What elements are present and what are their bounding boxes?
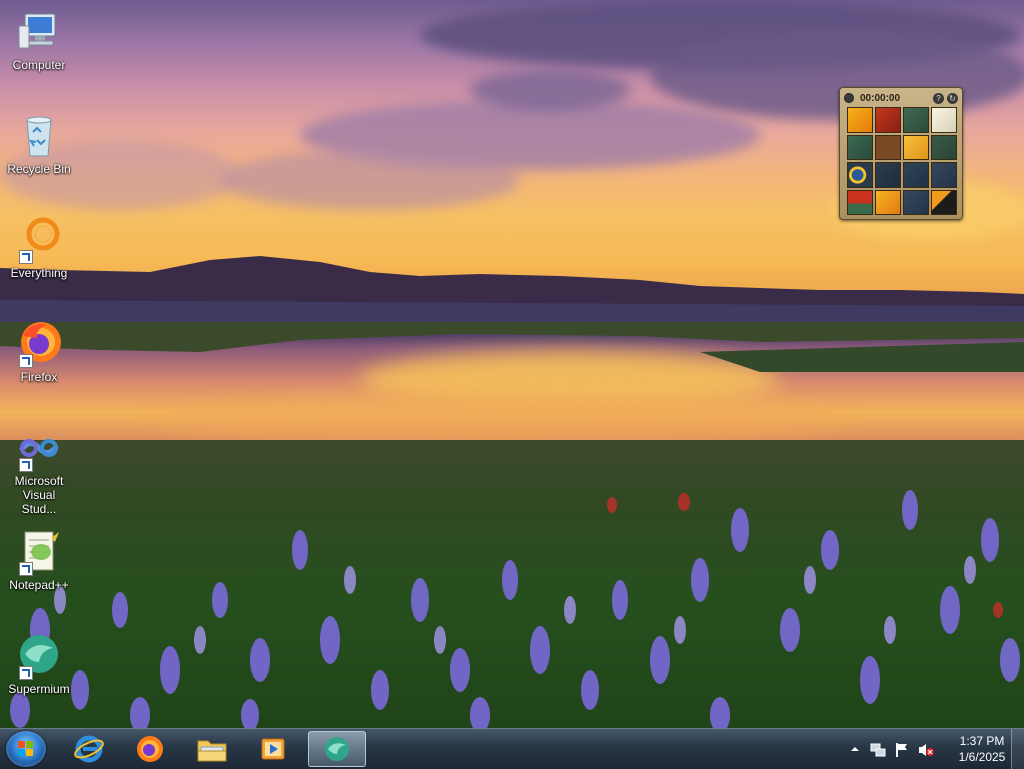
media-player-icon: [261, 738, 285, 760]
taskbar-media-player[interactable]: [244, 731, 302, 767]
puzzle-tile[interactable]: [931, 162, 957, 188]
desktop-icon-label: Computer: [12, 58, 66, 72]
taskbar: 1:37 PM 1/6/2025: [0, 728, 1024, 769]
shortcut-arrow-icon: [19, 250, 33, 264]
puzzle-grid: [847, 107, 957, 215]
notepadpp-icon: [15, 528, 63, 576]
system-tray: 1:37 PM 1/6/2025: [834, 729, 1024, 769]
desktop-icon-label: Firefox: [20, 370, 58, 384]
puzzle-tile[interactable]: [875, 134, 901, 160]
taskbar-file-explorer[interactable]: [183, 731, 241, 767]
desktop-icon-visual-studio[interactable]: Microsoft Visual Stud...: [2, 424, 76, 516]
desktop-icon-label: Supermium: [8, 682, 70, 696]
taskbar-supermium[interactable]: [308, 731, 366, 767]
shortcut-arrow-icon: [19, 562, 33, 576]
shortcut-arrow-icon: [19, 458, 33, 472]
flowers: [10, 490, 1020, 730]
puzzle-tile[interactable]: [903, 107, 929, 133]
help-icon[interactable]: ?: [933, 92, 944, 104]
timer-icon[interactable]: [844, 93, 854, 103]
picture-puzzle-gadget[interactable]: 00:00:00 ? ↻: [839, 87, 963, 220]
desktop-icon-supermium[interactable]: Supermium: [2, 632, 76, 696]
puzzle-tile[interactable]: [847, 162, 873, 188]
system-clock[interactable]: 1:37 PM 1/6/2025: [952, 733, 1012, 765]
internet-explorer-icon: [74, 735, 104, 763]
puzzle-tile[interactable]: [903, 162, 929, 188]
puzzle-tile[interactable]: [847, 189, 873, 215]
desktop-icon-computer[interactable]: Computer: [2, 8, 76, 72]
shortcut-arrow-icon: [19, 666, 33, 680]
puzzle-tile[interactable]: [875, 107, 901, 133]
puzzle-tile[interactable]: [847, 107, 873, 133]
network-icon[interactable]: [870, 742, 886, 757]
desktop-icon-label: Everything: [10, 266, 68, 280]
desktop-icon-label: Recycle Bin: [7, 162, 71, 176]
clock-time: 1:37 PM: [959, 734, 1005, 748]
far-shore: [0, 322, 1024, 372]
puzzle-tile[interactable]: [875, 162, 901, 188]
desktop-icon-firefox[interactable]: Firefox: [2, 320, 76, 384]
desktop-icon-label: Notepad++: [9, 578, 69, 592]
taskbar-internet-explorer[interactable]: [60, 731, 118, 767]
gadget-toolbar: 00:00:00 ? ↻: [844, 91, 958, 105]
windows-logo-icon: [18, 741, 34, 757]
start-button[interactable]: [6, 731, 46, 767]
taskbar-firefox[interactable]: [121, 731, 179, 767]
firefox-icon: [15, 320, 63, 368]
supermium-icon: [15, 632, 63, 680]
visual-studio-icon: [15, 424, 63, 472]
desktop-icon-everything[interactable]: Everything: [2, 216, 76, 280]
puzzle-tile[interactable]: [931, 189, 957, 215]
supermium-icon: [325, 737, 349, 761]
desktop-icon-notepadpp[interactable]: Notepad++: [2, 528, 76, 592]
puzzle-tile[interactable]: [931, 107, 957, 133]
computer-icon: [15, 8, 63, 56]
show-desktop-button[interactable]: [1011, 729, 1024, 769]
recycle-bin-icon: [15, 112, 63, 160]
volume-muted-icon[interactable]: [918, 742, 934, 756]
puzzle-tile[interactable]: [931, 134, 957, 160]
flag-icon[interactable]: [894, 742, 908, 757]
puzzle-tile[interactable]: [847, 134, 873, 160]
firefox-icon: [137, 736, 163, 762]
desktop-icon-recycle-bin[interactable]: Recycle Bin: [2, 112, 76, 176]
shortcut-arrow-icon: [19, 354, 33, 368]
everything-search-icon: [15, 216, 63, 264]
refresh-icon[interactable]: ↻: [947, 92, 958, 104]
chevron-up-icon[interactable]: [848, 742, 862, 756]
desktop-icon-label: Microsoft Visual Stud...: [14, 474, 64, 516]
puzzle-timer: 00:00:00: [860, 92, 901, 104]
puzzle-tile[interactable]: [903, 134, 929, 160]
puzzle-tile[interactable]: [903, 189, 929, 215]
folder-icon: [197, 740, 227, 762]
clock-date: 1/6/2025: [958, 750, 1006, 764]
puzzle-tile[interactable]: [875, 189, 901, 215]
